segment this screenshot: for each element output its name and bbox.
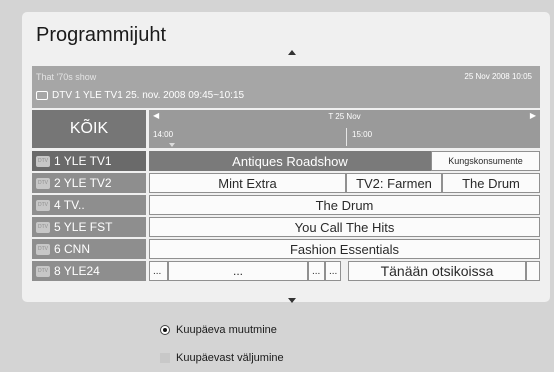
exit-date-option[interactable]: Kuupäevast väljumine [160,352,284,364]
channel-cell[interactable]: DTV 1 YLE TV1 [32,151,146,171]
tv-icon [36,91,48,100]
dtv-icon: DTV [36,177,50,189]
dtv-icon: DTV [36,155,50,167]
current-datetime: 25 Nov 2008 10:05 [464,72,532,81]
all-channels-button[interactable]: KÕIK [32,110,146,148]
channel-cell[interactable]: DTV 5 YLE FST [32,217,146,237]
program-cell[interactable]: The Drum [149,195,540,215]
scroll-down-arrow-icon[interactable] [288,298,296,303]
timebar-date: T 25 Nov [328,112,361,121]
program-cell[interactable]: Tänään otsikoissa [348,261,526,281]
radio-selected-icon [160,325,170,335]
time-bar: ◀ T 25 Nov ▶ 14:00 15:00 [149,110,540,148]
channel-cell[interactable]: DTV 8 YLE24 [32,261,146,281]
program-cell[interactable]: You Call The Hits [149,217,540,237]
channel-name: 2 YLE TV2 [54,176,112,190]
program-cell[interactable]: ... [308,261,325,281]
exit-date-label: Kuupäevast väljumine [176,352,284,364]
program-guide-panel: Programmijuht That '70s show 25 Nov 2008… [22,12,550,303]
channel-row: DTV 1 YLE TV1 Antiques Roadshow Kungskon… [32,151,540,171]
scroll-up-arrow-icon[interactable] [288,50,296,55]
time-label-2: 15:00 [352,130,373,139]
program-cell[interactable]: Mint Extra [149,173,346,193]
channel-cell[interactable]: DTV 4 TV.. [32,195,146,215]
color-key-icon [160,353,170,363]
dtv-icon: DTV [36,243,50,255]
next-day-arrow-icon[interactable]: ▶ [530,111,536,120]
dtv-icon: DTV [36,265,50,277]
dtv-icon: DTV [36,199,50,211]
program-cell[interactable]: Fashion Essentials [149,239,540,259]
program-info-bar: That '70s show 25 Nov 2008 10:05 DTV 1 Y… [32,66,540,108]
channel-row: DTV 8 YLE24 ... ... ... ... Tänään otsik… [32,261,540,281]
channel-row: DTV 5 YLE FST You Call The Hits [32,217,540,237]
program-cell[interactable]: ... [149,261,168,281]
channel-name: 5 YLE FST [54,220,113,234]
channel-name: 4 TV.. [54,198,85,212]
page-title: Programmijuht [36,24,167,46]
program-cell[interactable]: Antiques Roadshow [149,151,431,171]
current-time-marker-icon [169,143,175,147]
channel-info-text: DTV 1 YLE TV1 25. nov. 2008 09:45~10:15 [52,90,245,101]
channel-name: 8 YLE24 [54,264,100,278]
change-date-label: Kuupäeva muutmine [176,324,277,336]
channel-name: 6 CNN [54,242,91,256]
time-label-1: 14:00 [153,130,174,139]
channel-info-line: DTV 1 YLE TV1 25. nov. 2008 09:45~10:15 [36,90,244,101]
current-show-name: That '70s show [36,72,97,82]
program-cell[interactable]: ... [325,261,341,281]
channel-row: DTV 2 YLE TV2 Mint Extra TV2: Farmen The… [32,173,540,193]
channel-row: DTV 4 TV.. The Drum [32,195,540,215]
program-cell[interactable]: Kungskonsumente [431,151,540,171]
channel-cell[interactable]: DTV 2 YLE TV2 [32,173,146,193]
program-cell[interactable] [526,261,540,281]
channel-cell[interactable]: DTV 6 CNN [32,239,146,259]
program-cell[interactable]: The Drum [442,173,540,193]
time-divider [346,128,347,146]
program-cell[interactable]: ... [168,261,308,281]
change-date-option[interactable]: Kuupäeva muutmine [160,324,277,336]
channel-row: DTV 6 CNN Fashion Essentials [32,239,540,259]
program-cell[interactable]: TV2: Farmen [346,173,442,193]
dtv-icon: DTV [36,221,50,233]
channel-name: 1 YLE TV1 [54,154,112,168]
